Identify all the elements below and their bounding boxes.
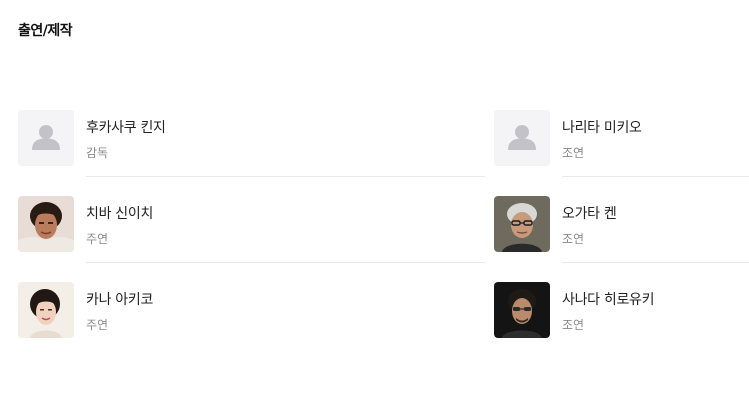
- avatar-photo: [494, 196, 550, 252]
- portrait-photo: [494, 282, 550, 338]
- person-name[interactable]: 오가타 켄: [562, 203, 617, 223]
- cast-item-right-1[interactable]: 오가타 켄 조연: [494, 196, 749, 263]
- person-name[interactable]: 치바 신이치: [86, 203, 153, 223]
- person-role: 조연: [562, 146, 585, 160]
- person-name[interactable]: 후카사쿠 킨지: [86, 117, 166, 137]
- person-name[interactable]: 나리타 미키오: [562, 117, 642, 137]
- cast-info: 오가타 켄 조연: [562, 196, 749, 263]
- cast-crew-page: 출연/제작 후카사쿠 킨지 감독 치바 신이치 주연 카나 아키코 주연 나리타…: [0, 0, 749, 417]
- cast-item-left-1[interactable]: 치바 신이치 주연: [18, 196, 485, 263]
- avatar-placeholder: [494, 110, 550, 166]
- cast-info: 사나다 히로유키 조연: [562, 282, 749, 348]
- person-role: 주연: [86, 232, 109, 246]
- person-name[interactable]: 카나 아키코: [86, 289, 153, 309]
- person-role: 감독: [86, 146, 109, 160]
- cast-item-left-2[interactable]: 카나 아키코 주연: [18, 282, 485, 338]
- avatar-photo: [494, 282, 550, 338]
- person-role: 조연: [562, 232, 585, 246]
- portrait-photo: [494, 196, 550, 252]
- cast-info: 나리타 미키오 조연: [562, 110, 749, 177]
- person-placeholder-icon: [18, 110, 74, 166]
- cast-item-left-0[interactable]: 후카사쿠 킨지 감독: [18, 110, 485, 177]
- cast-item-right-0[interactable]: 나리타 미키오 조연: [494, 110, 749, 177]
- avatar-photo: [18, 282, 74, 338]
- person-name[interactable]: 사나다 히로유키: [562, 289, 655, 309]
- portrait-photo: [18, 196, 74, 252]
- cast-info: 치바 신이치 주연: [86, 196, 485, 263]
- avatar-photo: [18, 196, 74, 252]
- person-role: 조연: [562, 318, 585, 332]
- person-role: 주연: [86, 318, 109, 332]
- cast-item-right-2[interactable]: 사나다 히로유키 조연: [494, 282, 749, 338]
- cast-info: 카나 아키코 주연: [86, 282, 485, 348]
- cast-info: 후카사쿠 킨지 감독: [86, 110, 485, 177]
- avatar-placeholder: [18, 110, 74, 166]
- portrait-photo: [18, 282, 74, 338]
- section-title: 출연/제작: [18, 23, 73, 39]
- person-placeholder-icon: [494, 110, 550, 166]
